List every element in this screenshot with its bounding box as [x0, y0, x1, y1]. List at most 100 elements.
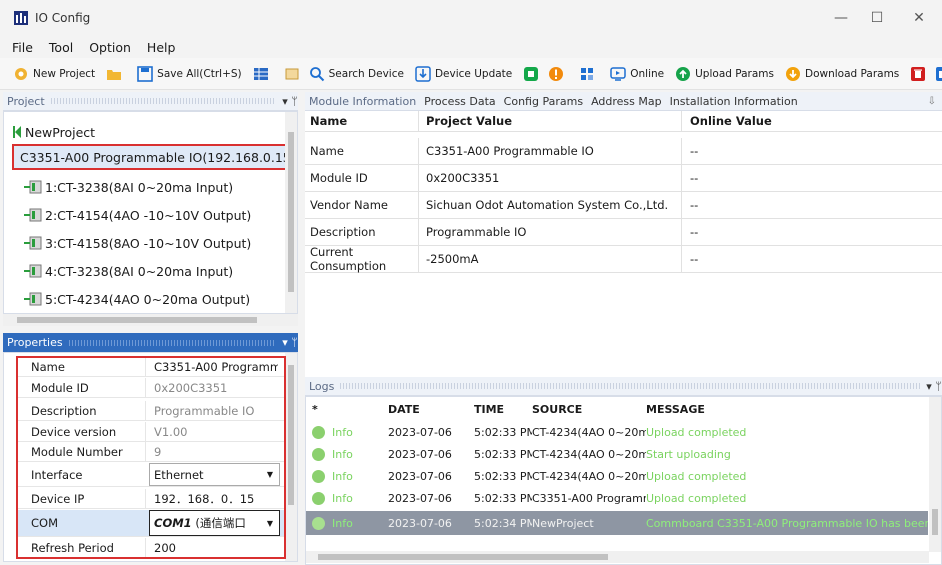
log-level-text: Info — [332, 516, 353, 530]
column-header: Project Value — [419, 111, 682, 131]
properties-scroll-thumb[interactable] — [288, 365, 294, 505]
status-dot-icon — [312, 425, 325, 439]
table-cell: -- — [690, 144, 699, 158]
table-cell: Sichuan Odot Automation System Co.,Ltd. — [419, 192, 682, 218]
warning-icon — [547, 65, 565, 83]
log-message: Upload completed — [646, 425, 747, 439]
log-row-selected[interactable]: Info 2023-07-06 5:02:34 PM NewProject Co… — [306, 511, 928, 535]
tab-process-data[interactable]: Process Data — [420, 95, 500, 108]
tree-item-label: 1:CT-3238(8AI 0~20ma Input) — [45, 179, 234, 195]
table-row[interactable]: Description Programmable IO -- — [305, 219, 942, 246]
window-button[interactable] — [934, 65, 942, 83]
power-icon — [522, 65, 540, 83]
logs-header: * DATE TIME SOURCE MESSAGE — [306, 399, 928, 419]
start-button[interactable] — [522, 65, 543, 83]
tree-item-controller[interactable]: C3351-A00 Programmable IO(192.168.0.15) — [12, 144, 296, 170]
tree-item-module-5[interactable]: 5:CT-4234(4AO 0~20ma Output) — [24, 288, 250, 310]
search-device-label: Search Device — [328, 67, 404, 80]
log-date: 2023-07-06 — [388, 516, 452, 530]
menu-help[interactable]: Help — [147, 40, 176, 55]
log-time: 5:02:33 PM — [474, 469, 532, 483]
tab-overflow-icon[interactable]: ⇩ — [928, 96, 942, 107]
warning-button[interactable] — [547, 65, 568, 83]
logs-vertical-scrollbar[interactable] — [929, 397, 941, 552]
tree-item-module-1[interactable]: 1:CT-3238(8AI 0~20ma Input) — [24, 176, 233, 198]
log-date: 2023-07-06 — [388, 469, 452, 483]
config-button[interactable] — [283, 65, 304, 83]
log-level: Info — [306, 425, 388, 439]
grid-view-button[interactable] — [252, 65, 273, 83]
tree-item-module-4[interactable]: 4:CT-3238(8AI 0~20ma Input) — [24, 260, 233, 282]
tree-scroll-thumb[interactable] — [288, 132, 294, 292]
tree-root-newproject[interactable]: NewProject — [12, 121, 95, 143]
menu-option[interactable]: Option — [89, 40, 131, 55]
tree-item-module-3[interactable]: 3:CT-4158(8AO -10~10V Output) — [24, 232, 251, 254]
minimize-button[interactable]: — — [826, 6, 856, 30]
table-row[interactable]: Module ID 0x200C3351 -- — [305, 165, 942, 192]
logs-hscroll-thumb[interactable] — [318, 554, 608, 560]
tree-horizontal-scrollbar[interactable] — [3, 314, 298, 326]
maximize-button[interactable]: ☐ — [862, 6, 892, 30]
tree-vertical-scrollbar[interactable] — [285, 112, 297, 313]
pin-icon[interactable]: ▾ ᛘ — [282, 95, 298, 108]
tab-address-map[interactable]: Address Map — [587, 95, 666, 108]
log-level: Info — [306, 469, 388, 483]
table-cell: -- — [690, 171, 699, 185]
online-button[interactable]: Online — [609, 65, 664, 83]
table-cell: Description — [305, 219, 419, 245]
close-button[interactable]: ✕ — [904, 6, 934, 30]
panel-grip — [50, 98, 276, 104]
menu-file[interactable]: File — [12, 40, 33, 55]
tab-module-information[interactable]: Module Information — [305, 95, 420, 108]
log-message: Start uploading — [646, 447, 731, 461]
upload-icon — [674, 65, 692, 83]
status-dot-icon — [312, 469, 325, 483]
log-row[interactable]: Info 2023-07-06 5:02:33 PM CT-4234(4AO 0… — [306, 443, 928, 465]
log-time: 5:02:33 PM — [474, 425, 532, 439]
open-folder-button[interactable] — [105, 65, 126, 83]
log-level: Info — [306, 491, 388, 505]
device-update-button[interactable]: Device Update — [414, 65, 512, 83]
logs-horizontal-scrollbar[interactable] — [306, 551, 929, 563]
table-cell: Current Consumption — [305, 245, 419, 273]
log-level: Info — [306, 516, 388, 530]
device-update-label: Device Update — [434, 67, 513, 80]
table-row[interactable]: Name C3351-A00 Programmable IO -- — [305, 138, 942, 165]
logs-scroll-thumb[interactable] — [932, 509, 938, 535]
table-row[interactable]: Current Consumption -2500mA -- — [305, 245, 942, 273]
pin-icon[interactable]: ▾ ᛘ — [926, 380, 942, 393]
tree-item-module-2[interactable]: 2:CT-4154(4AO -10~10V Output) — [24, 204, 251, 226]
tree-item-controller-label: C3351-A00 Programmable IO(192.168.0.15) — [20, 149, 296, 165]
column-header: DATE — [388, 402, 420, 416]
log-row[interactable]: Info 2023-07-06 5:02:33 PM C3351-A00 Pro… — [306, 487, 928, 509]
tab-installation-information[interactable]: Installation Information — [666, 95, 802, 108]
logs-table: * DATE TIME SOURCE MESSAGE Info 2023-07-… — [305, 396, 942, 565]
window-title: IO Config — [35, 11, 91, 25]
pin-icon[interactable]: ▾ ᛘ — [282, 336, 298, 349]
table-cell: C3351-A00 Programmable IO — [419, 138, 682, 164]
log-row[interactable]: Info 2023-07-06 5:02:33 PM CT-4234(4AO 0… — [306, 465, 928, 487]
log-row[interactable]: Info 2023-07-06 5:02:33 PM CT-4234(4AO 0… — [306, 421, 928, 443]
table-row[interactable]: Vendor Name Sichuan Odot Automation Syst… — [305, 192, 942, 219]
tree-item-label: 2:CT-4154(4AO -10~10V Output) — [45, 207, 252, 223]
column-header: SOURCE — [532, 402, 583, 416]
log-message: Commboard C3351-A00 Programmable IO has … — [646, 516, 928, 530]
tree-hscroll-thumb[interactable] — [17, 317, 257, 323]
upload-params-button[interactable]: Upload Params — [674, 65, 774, 83]
save-all-button[interactable]: Save All(Ctrl+S) — [136, 65, 242, 83]
table-cell: 0x200C3351 — [419, 165, 682, 191]
new-project-button[interactable]: New Project — [12, 65, 95, 83]
search-device-button[interactable]: Search Device — [308, 65, 404, 83]
delete-button[interactable] — [909, 65, 930, 83]
tab-config-params[interactable]: Config Params — [500, 95, 587, 108]
download-arrow-icon — [414, 65, 432, 83]
log-message: Upload completed — [646, 469, 747, 483]
module-icon — [24, 292, 42, 306]
modules-button[interactable] — [578, 65, 599, 83]
column-header: Name — [305, 111, 419, 131]
download-params-button[interactable]: Download Params — [784, 65, 899, 83]
menu-tool[interactable]: Tool — [49, 40, 73, 55]
table-cell: -- — [690, 225, 699, 239]
properties-scrollbar[interactable] — [285, 353, 297, 561]
log-source: NewProject — [532, 516, 594, 530]
